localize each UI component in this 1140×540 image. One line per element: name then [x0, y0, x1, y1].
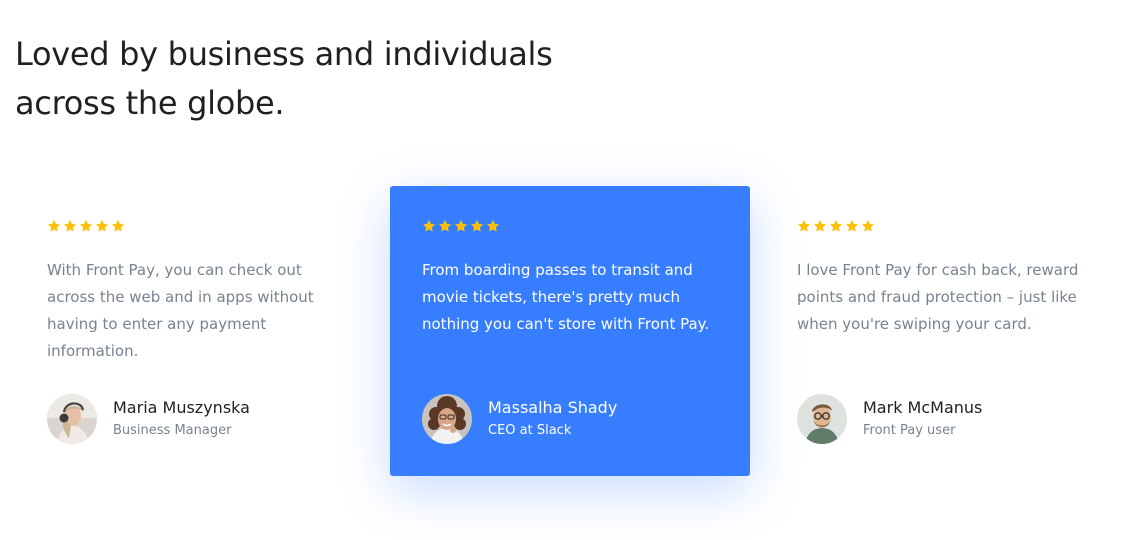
- star-rating: [797, 219, 1093, 235]
- star-icon: [95, 219, 109, 233]
- star-icon: [47, 219, 61, 233]
- avatar-woman-headphones-icon: [47, 394, 97, 444]
- star-icon: [438, 219, 452, 233]
- heading-line-2: across the globe.: [15, 84, 285, 122]
- testimonial-card: I love Front Pay for cash back, reward p…: [765, 186, 1125, 476]
- author-meta: Maria Muszynska Business Manager: [113, 397, 250, 441]
- star-icon: [111, 219, 125, 233]
- heading-line-1: Loved by business and individuals: [15, 35, 553, 73]
- star-icon: [422, 219, 436, 233]
- author-name: Maria Muszynska: [113, 398, 250, 417]
- star-icon: [486, 219, 500, 233]
- author-role: CEO at Slack: [488, 423, 572, 438]
- author-name: Massalha Shady: [488, 398, 618, 417]
- star-icon: [63, 219, 77, 233]
- avatar-woman-curly-hair-icon: [422, 394, 472, 444]
- avatar-man-glasses-icon: [797, 394, 847, 444]
- star-icon: [79, 219, 93, 233]
- author-meta: Mark McManus Front Pay user: [863, 397, 982, 441]
- testimonial-quote: I love Front Pay for cash back, reward p…: [797, 261, 1079, 333]
- testimonial-author: Maria Muszynska Business Manager: [47, 394, 250, 444]
- testimonial-author: Mark McManus Front Pay user: [797, 394, 982, 444]
- author-name: Mark McManus: [863, 398, 983, 417]
- star-icon: [454, 219, 468, 233]
- testimonial-author: Massalha Shady CEO at Slack: [422, 394, 617, 444]
- star-icon: [470, 219, 484, 233]
- testimonial-card: With Front Pay, you can check out across…: [15, 186, 375, 476]
- section-heading: Loved by business and individuals across…: [15, 30, 615, 128]
- star-icon: [797, 219, 811, 233]
- testimonials-section: Loved by business and individuals across…: [0, 0, 1140, 540]
- author-role: Front Pay user: [863, 423, 956, 438]
- author-meta: Massalha Shady CEO at Slack: [488, 397, 617, 441]
- testimonial-card-highlighted: From boarding passes to transit and movi…: [390, 186, 750, 476]
- testimonial-quote: With Front Pay, you can check out across…: [47, 261, 314, 360]
- star-icon: [829, 219, 843, 233]
- star-icon: [861, 219, 875, 233]
- star-rating: [47, 219, 343, 235]
- star-icon: [845, 219, 859, 233]
- star-icon: [813, 219, 827, 233]
- star-rating: [422, 219, 718, 235]
- author-role: Business Manager: [113, 423, 232, 438]
- testimonial-quote: From boarding passes to transit and movi…: [422, 261, 710, 333]
